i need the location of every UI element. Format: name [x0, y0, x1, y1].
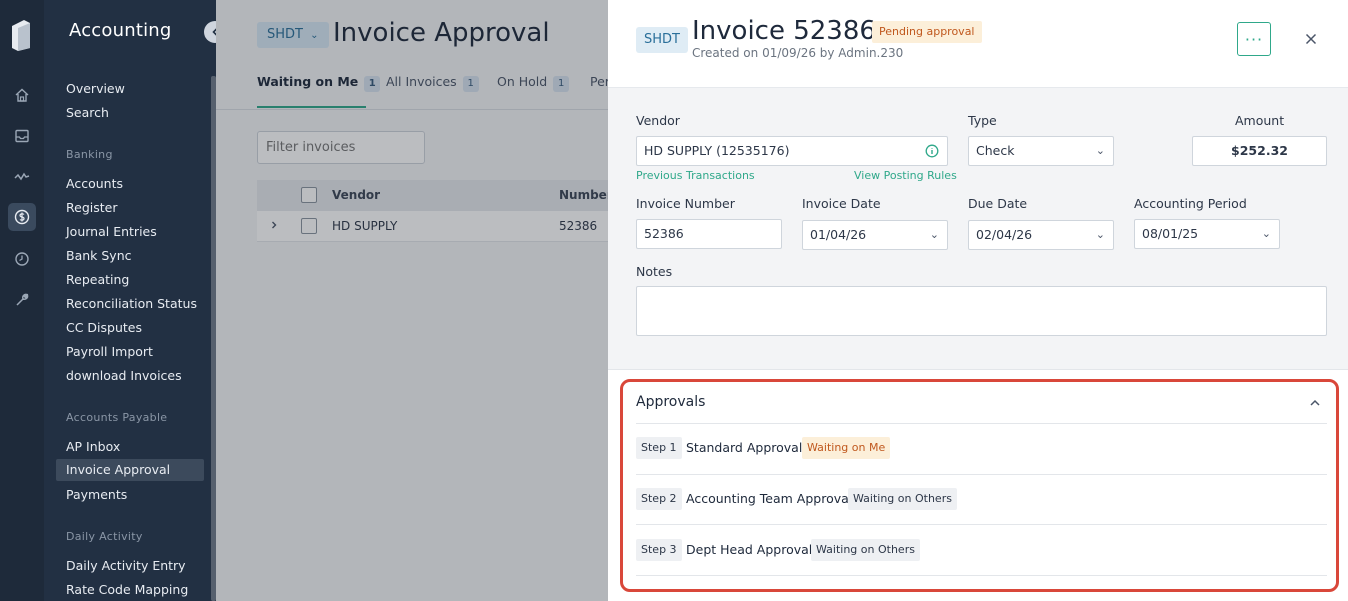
- clock-icon[interactable]: [11, 248, 33, 270]
- due-date-value: 02/04/26: [976, 227, 1033, 242]
- vendor-field[interactable]: HD SUPPLY (12535176): [636, 136, 948, 166]
- sidebar-item-overview[interactable]: Overview: [66, 81, 125, 96]
- due-date-label: Due Date: [968, 196, 1028, 211]
- close-drawer-button[interactable]: [1302, 30, 1320, 48]
- sidebar-item-register[interactable]: Register: [66, 200, 117, 215]
- divider: [636, 524, 1327, 525]
- invoice-title: Invoice 52386: [692, 16, 876, 46]
- created-info: Created on 01/09/26 by Admin.230: [692, 46, 904, 60]
- step-name: Accounting Team Approval: [686, 491, 853, 506]
- sidebar-item-ap-inbox[interactable]: AP Inbox: [66, 439, 120, 454]
- step-number: Step 3: [636, 539, 682, 561]
- accounting-period-select[interactable]: 08/01/25 ⌄: [1134, 219, 1280, 249]
- chevron-down-icon: ⌄: [1095, 144, 1105, 157]
- step-status-badge: Waiting on Others: [811, 539, 920, 561]
- sidebar-item-accounts[interactable]: Accounts: [66, 176, 123, 191]
- step-number: Step 1: [636, 437, 682, 459]
- notes-label: Notes: [636, 264, 673, 279]
- inbox-icon[interactable]: [11, 125, 33, 147]
- step-status-badge: Waiting on Others: [848, 488, 957, 510]
- sidebar-item-daily-activity-entry[interactable]: Daily Activity Entry: [66, 558, 186, 573]
- status-badge: Pending approval: [872, 21, 982, 43]
- chevron-down-icon: ⌄: [1261, 227, 1271, 240]
- accounting-period-label: Accounting Period: [1134, 196, 1247, 211]
- step-name: Standard Approval: [686, 440, 803, 455]
- sidebar-section-accounts-payable: Accounts Payable: [66, 411, 168, 424]
- sidebar-item-rate-code-mapping[interactable]: Rate Code Mapping: [66, 582, 188, 597]
- divider: [636, 474, 1327, 475]
- approvals-section: Approvals Step 1 Standard Approval Waiti…: [608, 370, 1348, 601]
- sidebar-item-reconciliation-status[interactable]: Reconciliation Status: [66, 296, 197, 311]
- approvals-title: Approvals: [636, 394, 706, 410]
- step-status-badge: Waiting on Me: [802, 437, 891, 459]
- chevron-down-icon: ⌄: [1095, 228, 1105, 241]
- invoice-number-field[interactable]: 52386: [636, 219, 782, 249]
- view-posting-rules-link[interactable]: View Posting Rules: [854, 169, 957, 182]
- notes-textarea[interactable]: [636, 286, 1327, 336]
- invoice-drawer: SHDT Invoice 52386 Pending approval Crea…: [608, 0, 1348, 601]
- sidebar: Accounting Overview Search Banking Accou…: [44, 0, 226, 601]
- amount-label: Amount: [1235, 113, 1285, 128]
- chevron-down-icon: ⌄: [929, 228, 939, 241]
- entity-badge: SHDT: [636, 27, 688, 53]
- invoice-date-label: Invoice Date: [802, 196, 881, 211]
- invoice-number-label: Invoice Number: [636, 196, 735, 211]
- home-icon[interactable]: [11, 84, 33, 106]
- invoice-form: Vendor HD SUPPLY (12535176) Previous Tra…: [608, 88, 1348, 370]
- sidebar-item-cc-disputes[interactable]: CC Disputes: [66, 320, 142, 335]
- divider: [636, 575, 1327, 576]
- sidebar-section-daily-activity: Daily Activity: [66, 530, 143, 543]
- step-number: Step 2: [636, 488, 682, 510]
- invoice-date-picker[interactable]: 01/04/26 ⌄: [802, 220, 948, 250]
- step-name: Dept Head Approval: [686, 542, 813, 557]
- more-dots-icon: ···: [1244, 29, 1264, 49]
- accounting-dollar-icon[interactable]: [8, 203, 36, 231]
- close-icon: [1305, 33, 1317, 45]
- sidebar-section-banking: Banking: [66, 148, 113, 161]
- sidebar-item-repeating[interactable]: Repeating: [66, 272, 129, 287]
- app-logo-icon[interactable]: [10, 18, 32, 52]
- sidebar-item-search[interactable]: Search: [66, 105, 109, 120]
- type-value: Check: [976, 143, 1015, 158]
- sidebar-item-journal-entries[interactable]: Journal Entries: [66, 224, 157, 239]
- info-icon[interactable]: [925, 144, 939, 158]
- chevron-up-icon[interactable]: [1308, 396, 1322, 410]
- vendor-value: HD SUPPLY (12535176): [644, 143, 790, 158]
- sidebar-item-download-invoices[interactable]: download Invoices: [66, 368, 182, 383]
- sidebar-item-payroll-import[interactable]: Payroll Import: [66, 344, 153, 359]
- invoice-date-value: 01/04/26: [810, 227, 867, 242]
- vendor-label: Vendor: [636, 113, 680, 128]
- type-label: Type: [968, 113, 997, 128]
- sidebar-item-payments[interactable]: Payments: [66, 487, 127, 502]
- drawer-header: SHDT Invoice 52386 Pending approval Crea…: [608, 0, 1348, 88]
- amount-field[interactable]: $252.32: [1192, 136, 1327, 166]
- modal-backdrop[interactable]: [216, 0, 608, 601]
- type-select[interactable]: Check ⌄: [968, 136, 1114, 166]
- activity-icon[interactable]: [11, 166, 33, 188]
- module-title: Accounting: [69, 20, 172, 41]
- due-date-picker[interactable]: 02/04/26 ⌄: [968, 220, 1114, 250]
- icon-rail: [0, 0, 44, 601]
- divider: [636, 423, 1327, 424]
- sidebar-item-invoice-approval[interactable]: Invoice Approval: [56, 459, 204, 481]
- previous-transactions-link[interactable]: Previous Transactions: [636, 169, 755, 182]
- more-actions-button[interactable]: ···: [1237, 22, 1271, 56]
- accounting-period-value: 08/01/25: [1142, 226, 1199, 241]
- wrench-icon[interactable]: [11, 289, 33, 311]
- sidebar-item-bank-sync[interactable]: Bank Sync: [66, 248, 132, 263]
